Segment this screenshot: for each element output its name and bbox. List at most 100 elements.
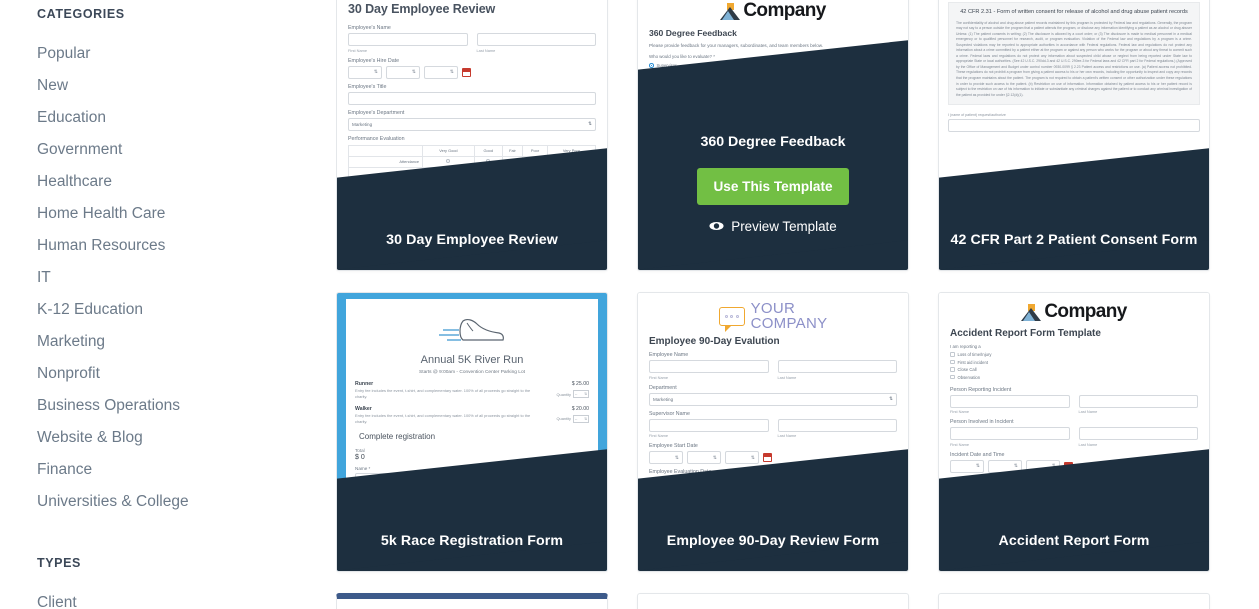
sidebar-item-client[interactable]: Client	[37, 587, 336, 609]
field-label: Employee's Hire Date	[348, 57, 400, 64]
sidebar-item-human-resources[interactable]: Human Resources	[37, 230, 336, 262]
logo-text-line2: COMPANY	[750, 315, 828, 332]
field-sublabel: Last Name	[1078, 409, 1098, 414]
checkbox-option-row[interactable]: First aid incident	[950, 360, 1198, 365]
title-input[interactable]	[348, 91, 596, 105]
department-select[interactable]: Marketing ⇅	[649, 392, 897, 406]
field-label: Person Involved in Incident	[950, 419, 1014, 425]
use-this-template-button[interactable]: Use This Template	[697, 168, 849, 205]
table-row-label: Attendance	[347, 155, 424, 168]
table-label: Performance Evaluation	[348, 135, 405, 142]
field-sublabel: First Name	[649, 374, 669, 380]
cfr-body: The confidentiality of alcohol and drug …	[956, 20, 1192, 97]
field-sublabel: First Name	[649, 433, 669, 438]
checkbox-option-row[interactable]: Observation	[950, 375, 1198, 380]
sidebar-item-government[interactable]: Government	[37, 134, 336, 166]
last-name-input[interactable]	[476, 33, 596, 46]
item-price: $ 25.00	[571, 381, 589, 387]
sidebar-item-new[interactable]: New	[37, 70, 336, 102]
sidebar-item-education[interactable]: Education	[37, 102, 336, 134]
reporting-label: I am reporting a	[950, 344, 981, 349]
sidebar-item-home-health-care[interactable]: Home Health Care	[37, 198, 336, 230]
last-name-input[interactable]	[777, 360, 897, 373]
field-sublabel: First Name	[348, 47, 368, 53]
preview-template-link[interactable]: Preview Template	[709, 219, 837, 234]
checkbox-icon	[950, 367, 955, 372]
cfr-footer-label: I (name of patient) request/authorize	[948, 113, 1006, 118]
date-month-select[interactable]: ⇅	[348, 65, 382, 79]
involved-last-name-input[interactable]	[1078, 427, 1198, 440]
cfr-heading: 42 CFR 2.31 - Form of written consent fo…	[960, 9, 1188, 15]
involved-first-name-input[interactable]	[950, 427, 1070, 440]
registration-item: Walker Entry fee includes the event, t-s…	[355, 406, 589, 425]
mountain-icon	[1021, 303, 1042, 321]
sidebar-item-nonprofit[interactable]: Nonprofit	[37, 358, 336, 390]
field-label: Supervisor Name	[649, 410, 690, 417]
field-label: Employee's Department	[348, 109, 405, 116]
reporter-last-name-input[interactable]	[1078, 394, 1198, 408]
table-header-cell: Fair	[501, 144, 524, 157]
checkbox-icon	[950, 359, 955, 365]
sidebar-item-k-12-education[interactable]: K-12 Education	[37, 294, 336, 326]
total-label: Total	[355, 448, 365, 454]
sidebar: CATEGORIES Popular New Education Governm…	[0, 0, 336, 609]
calendar-icon[interactable]	[462, 67, 471, 77]
sidebar-item-it[interactable]: IT	[37, 262, 336, 294]
eye-icon	[709, 219, 724, 234]
checkbox-option-row[interactable]: Close Call	[950, 367, 1198, 372]
sidebar-item-popular[interactable]: Popular	[37, 38, 336, 70]
template-card-employee-90-day-review-form[interactable]: YOUR COMPANY Employee 90-Day Evalution E…	[637, 292, 909, 572]
card-title: Accident Report Form	[998, 532, 1150, 549]
template-card-accident-report-form[interactable]: Company Accident Report Form Template I …	[938, 292, 1210, 572]
template-card-42-cfr-part-2-patient-consent-form[interactable]: 42 CFR 2.31 - Form of written consent fo…	[938, 0, 1210, 271]
chevron-down-icon: ⇅	[588, 121, 592, 126]
template-card-5k-race-registration-form[interactable]: Annual 5K River Run Starts @ 9:00am - Co…	[336, 292, 608, 572]
supervisor-last-name-input[interactable]	[777, 418, 897, 432]
sidebar-item-marketing[interactable]: Marketing	[37, 326, 336, 358]
date-day-select[interactable]: ⇅	[386, 65, 420, 79]
checkbox-option-row[interactable]: Loss of time/Injury	[950, 352, 1198, 357]
date-year-select[interactable]: ⇅	[725, 451, 759, 464]
quantity-value: --	[575, 416, 578, 421]
date-month-select[interactable]: ⇅	[950, 459, 984, 473]
sidebar-item-website-blog[interactable]: Website & Blog	[37, 422, 336, 454]
card-title: Employee 90-Day Review Form	[666, 532, 880, 549]
mountain-icon	[720, 2, 741, 20]
date-month-select[interactable]: ⇅	[649, 451, 683, 464]
table-header-cell: Very Good	[422, 144, 475, 157]
template-card-row3-3[interactable]	[938, 593, 1210, 609]
sidebar-item-business-operations[interactable]: Business Operations	[37, 390, 336, 422]
complete-registration-heading: Complete registration	[359, 432, 436, 442]
template-card-row3-2[interactable]	[637, 593, 909, 609]
field-label: Department	[649, 384, 677, 391]
first-name-input[interactable]	[348, 33, 468, 46]
template-row-2: Annual 5K River Run Starts @ 9:00am - Co…	[336, 292, 1215, 572]
template-card-30-day-employee-review[interactable]: 30 Day Employee Review Employee's Name F…	[336, 0, 608, 271]
supervisor-first-name-input[interactable]	[649, 418, 769, 432]
sidebar-item-healthcare[interactable]: Healthcare	[37, 166, 336, 198]
logo-text: Company	[743, 0, 826, 21]
checkbox-icon	[950, 374, 955, 380]
quantity-label: Quantity	[556, 416, 572, 422]
first-name-input[interactable]	[649, 360, 769, 373]
sidebar-categories-list: Popular New Education Government Healthc…	[37, 38, 336, 518]
sidebar-item-finance[interactable]: Finance	[37, 454, 336, 486]
quantity-select[interactable]: -- ⇅	[573, 414, 589, 423]
item-desc: Entry fee includes the event, t-shirt, a…	[355, 388, 531, 399]
checkbox-icon	[950, 352, 955, 357]
sidebar-item-universities-college[interactable]: Universities & College	[37, 486, 336, 518]
date-year-select[interactable]: ⇅	[424, 65, 458, 79]
calendar-icon[interactable]	[763, 453, 772, 462]
template-card-360-degree-feedback[interactable]: Company 360 Degree Feedback Please provi…	[637, 0, 909, 271]
chevron-down-icon: ⇅	[584, 416, 587, 421]
company-logo: Company	[638, 0, 908, 22]
template-card-row3-1[interactable]	[336, 593, 608, 609]
reporter-first-name-input[interactable]	[950, 394, 1070, 408]
sidebar-categories-heading: CATEGORIES	[37, 7, 125, 21]
department-select[interactable]: Marketing ⇅	[348, 117, 596, 131]
date-day-select[interactable]: ⇅	[687, 451, 721, 464]
checkbox-label: Observation	[957, 374, 981, 380]
field-label: Person Reporting Incident	[950, 386, 1012, 393]
patient-name-input[interactable]	[948, 119, 1200, 133]
quantity-select[interactable]: -- ⇅	[573, 390, 589, 398]
